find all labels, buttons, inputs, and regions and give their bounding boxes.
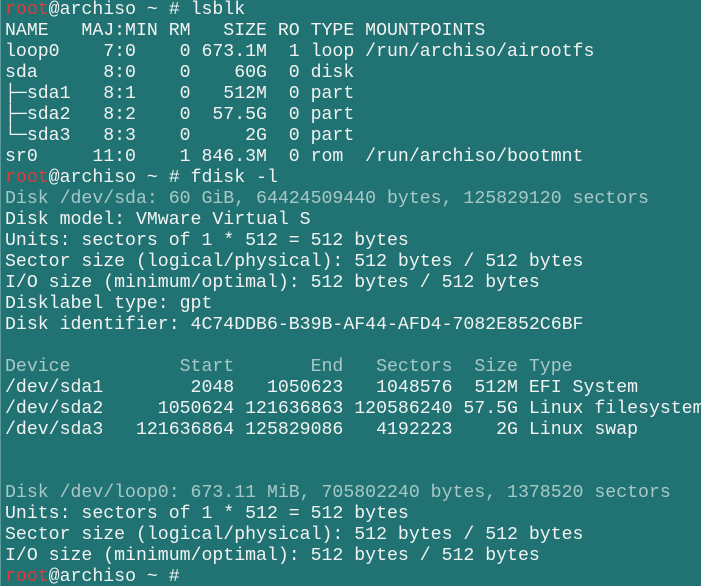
output-line: Disk /dev/loop0: 673.11 MiB, 705802240 b…	[5, 483, 671, 503]
output-line: Disk identifier: 4C74DDB6-B39B-AF44-AFD4…	[5, 315, 584, 335]
prompt-command: fdisk -l	[190, 168, 278, 188]
output-line: Units: sectors of 1 * 512 = 512 bytes	[5, 231, 409, 251]
prompt-user: root	[5, 567, 49, 586]
output-line: Sector size (logical/physical): 512 byte…	[5, 525, 584, 545]
output-line: sr0 11:0 1 846.3M 0 rom /run/archiso/boo…	[5, 147, 584, 167]
output-line: loop0 7:0 0 673.1M 1 loop /run/archiso/a…	[5, 42, 595, 62]
shell-prompt-line: root@archiso ~ # lsblk	[5, 0, 701, 21]
prompt-host: @archiso ~ #	[48, 0, 191, 20]
prompt-host: @archiso ~ #	[48, 168, 191, 188]
terminal-output: root@archiso ~ # lsblk NAME MAJ:MIN RM SI…	[5, 0, 701, 586]
prompt-command: lsblk	[190, 0, 246, 20]
prompt-host: @archiso ~ #	[48, 567, 191, 586]
output-line: Units: sectors of 1 * 512 = 512 bytes	[5, 504, 409, 524]
output-line: I/O size (minimum/optimal): 512 bytes / …	[5, 546, 540, 566]
output-line: sda 8:0 0 60G 0 disk	[5, 63, 355, 83]
output-line: ├─sda1 8:1 0 512M 0 part	[5, 84, 355, 104]
terminal-window[interactable]: root@archiso ~ # lsblk NAME MAJ:MIN RM SI…	[0, 0, 701, 586]
output-line: Sector size (logical/physical): 512 byte…	[5, 252, 584, 272]
shell-prompt-line: root@archiso ~ #	[5, 567, 701, 586]
output-line: Disk model: VMware Virtual S	[5, 210, 311, 230]
prompt-user: root	[5, 168, 49, 188]
output-line: Disklabel type: gpt	[5, 294, 213, 314]
output-line: └─sda3 8:3 0 2G 0 part	[5, 126, 355, 146]
output-line: NAME MAJ:MIN RM SIZE RO TYPE MOUNTPOINTS	[5, 21, 486, 41]
output-line: Disk /dev/sda: 60 GiB, 64424509440 bytes…	[5, 189, 649, 209]
output-line: /dev/sda3 121636864 125829086 4192223 2G…	[5, 420, 639, 440]
output-line: ├─sda2 8:2 0 57.5G 0 part	[5, 105, 355, 125]
prompt-user: root	[5, 0, 49, 20]
output-line: Device Start End Sectors Size Type	[5, 357, 573, 377]
output-line: /dev/sda1 2048 1050623 1048576 512M EFI …	[5, 378, 639, 398]
output-line: I/O size (minimum/optimal): 512 bytes / …	[5, 273, 540, 293]
output-line: /dev/sda2 1050624 121636863 120586240 57…	[5, 399, 701, 419]
shell-prompt-line: root@archiso ~ # fdisk -l	[5, 168, 701, 189]
